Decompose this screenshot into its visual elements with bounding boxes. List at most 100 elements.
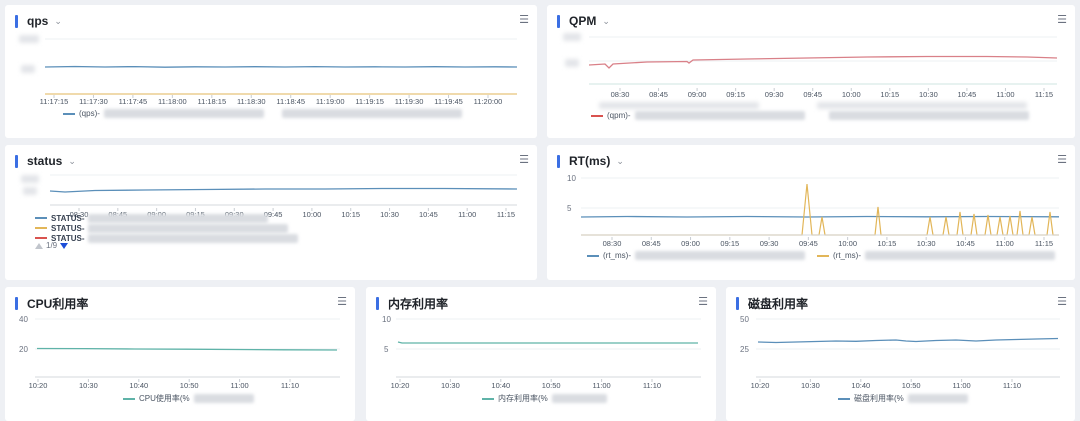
y-tick-label: 20 <box>19 345 28 354</box>
panel-memory: 内存利用率 ☰ 10 5 10:20 10:30 10:40 10:50 11:00 11… <box>366 287 716 421</box>
x-tick-label: 11:19:00 <box>316 97 345 106</box>
legend-item-status[interactable]: STATUS- <box>35 233 299 243</box>
legend-redacted <box>907 394 968 403</box>
legend-item-rt-a[interactable]: (rt_ms)- <box>587 251 805 260</box>
x-tick-label: 08:30 <box>611 90 630 99</box>
x-tick-label: 10:50 <box>542 381 561 390</box>
legend-redacted <box>634 111 805 120</box>
legend-label: 磁盘利用率(% <box>854 394 904 403</box>
x-tick-label: 10:15 <box>341 210 360 219</box>
panel-qpm: QPM ⌄ ☰ 08:30 08:45 09:00 09:15 09:30 09:45 10… <box>547 5 1075 138</box>
x-axis-ticks: 08:30 08:45 09:00 09:15 09:30 09:45 10:00 10:15… <box>611 88 1053 99</box>
x-tick-label: 09:00 <box>688 90 707 99</box>
legend-item-qpm[interactable]: (qpm)- <box>591 111 1029 120</box>
x-tick-label: 08:30 <box>603 239 622 248</box>
panel-rt: RT(ms) ⌄ ☰ 10 5 08:30 08:45 09:00 09:15 09:3… <box>547 145 1075 280</box>
legend-redacted <box>865 251 1055 260</box>
legend-pager: 1/9 <box>35 241 69 250</box>
legend-item-memory[interactable]: 内存利用率(% <box>482 393 607 404</box>
x-tick-label: 09:15 <box>720 239 739 248</box>
page-up-icon[interactable] <box>35 242 43 249</box>
legend-item-status[interactable]: STATUS- <box>35 213 298 223</box>
x-tick-label: 10:50 <box>180 381 199 390</box>
x-tick-label: 11:10 <box>1003 381 1021 390</box>
x-tick-label: 08:45 <box>649 90 668 99</box>
legend-redacted <box>88 233 299 243</box>
series-line-status-1 <box>49 187 518 193</box>
x-tick-label: 09:15 <box>726 90 745 99</box>
legend-redacted <box>88 223 289 233</box>
legend-redacted-row <box>599 102 759 109</box>
x-tick-label: 10:30 <box>380 210 399 219</box>
panel-cpu: CPU利用率 ☰ 40 20 10:20 10:30 10:40 10:50 11:00… <box>5 287 355 421</box>
x-tick-label: 11:00 <box>592 381 610 390</box>
x-tick-label: 11:19:15 <box>355 97 384 106</box>
series-line-disk <box>757 337 1059 344</box>
x-axis-ticks: 08:30 08:45 09:00 09:15 09:30 09:45 10:00 10:15… <box>603 237 1053 248</box>
x-axis-ticks: 10:20 10:30 10:40 10:50 11:00 11:10 <box>751 379 1021 390</box>
x-tick-label: 10:45 <box>958 90 977 99</box>
x-tick-label: 09:30 <box>760 239 779 248</box>
x-tick-label: 10:00 <box>842 90 861 99</box>
x-tick-label: 11:19:30 <box>395 97 424 106</box>
x-tick-label: 11:15 <box>1035 90 1053 99</box>
x-tick-label: 11:10 <box>643 381 661 390</box>
x-tick-label: 10:45 <box>419 210 438 219</box>
legend-label: STATUS- <box>51 213 85 223</box>
x-tick-label: 09:00 <box>681 239 700 248</box>
legend-redacted <box>193 394 254 403</box>
x-tick-label: 11:00 <box>996 239 1014 248</box>
x-tick-label: 10:50 <box>902 381 921 390</box>
legend-item-cpu[interactable]: CPU使用率(% <box>123 393 254 404</box>
x-tick-label: 11:18:30 <box>237 97 266 106</box>
legend-swatch <box>591 114 603 117</box>
x-tick-label: 10:40 <box>491 381 510 390</box>
legend-label: (rt_ms)- <box>833 251 861 260</box>
y-tick-label: 25 <box>740 345 749 354</box>
legend-swatch <box>35 237 47 239</box>
status-legend: STATUS- STATUS- STATUS- <box>35 213 299 243</box>
legend-swatch <box>838 397 850 400</box>
legend-label: 内存利用率(% <box>498 394 548 403</box>
x-tick-label: 10:00 <box>303 210 322 219</box>
x-tick-label: 10:30 <box>441 381 460 390</box>
legend-label: STATUS- <box>51 223 85 233</box>
panel-qps: qps ⌄ ☰ 11:17:15 11:17:30 11:17:45 11:18:00… <box>5 5 537 138</box>
legend-swatch <box>35 227 47 229</box>
legend-swatch <box>817 254 829 257</box>
x-tick-label: 11:10 <box>281 381 299 390</box>
x-tick-label: 10:20 <box>29 381 48 390</box>
legend-item-rt-b[interactable]: (rt_ms)- <box>817 251 1055 260</box>
x-axis-ticks: 11:17:15 11:17:30 11:17:45 11:18:00 11:18:15… <box>40 95 503 106</box>
legend-item-status[interactable]: STATUS- <box>35 223 298 233</box>
x-tick-label: 11:00 <box>230 381 248 390</box>
y-tick-label: 10 <box>567 174 576 183</box>
x-tick-label: 09:30 <box>765 90 784 99</box>
x-tick-label: 11:00 <box>996 90 1014 99</box>
x-tick-label: 11:15 <box>497 210 515 219</box>
page-down-icon[interactable] <box>60 242 69 249</box>
y-tick-label: 10 <box>382 315 391 324</box>
legend-swatch <box>35 217 47 219</box>
legend-redacted <box>635 251 805 260</box>
legend-redacted <box>88 213 269 223</box>
x-tick-label: 11:18:15 <box>197 97 226 106</box>
legend-item-disk[interactable]: 磁盘利用率(% <box>838 393 968 404</box>
x-tick-label: 09:45 <box>803 90 822 99</box>
x-tick-label: 10:15 <box>878 239 897 248</box>
series-line-qps <box>44 65 518 68</box>
x-tick-label: 10:40 <box>851 381 870 390</box>
legend-redacted <box>828 111 1029 120</box>
x-tick-label: 10:20 <box>751 381 770 390</box>
x-tick-label: 10:30 <box>917 239 936 248</box>
x-tick-label: 11:19:45 <box>434 97 463 106</box>
x-tick-label: 10:40 <box>129 381 148 390</box>
x-tick-label: 11:20:00 <box>474 97 503 106</box>
x-tick-label: 09:45 <box>799 239 818 248</box>
series-line-rt-b <box>581 183 1059 236</box>
x-tick-label: 11:17:45 <box>119 97 148 106</box>
x-tick-label: 10:15 <box>880 90 899 99</box>
x-axis-ticks: 10:20 10:30 10:40 10:50 11:00 11:10 <box>391 379 661 390</box>
pager-text: 1/9 <box>46 241 58 250</box>
legend-item-qps[interactable]: (qps)- <box>63 109 462 118</box>
